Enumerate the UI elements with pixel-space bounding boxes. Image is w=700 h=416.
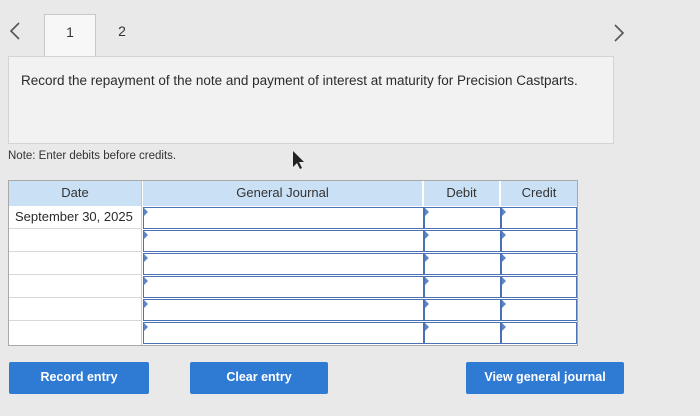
record-entry-button[interactable]: Record entry: [9, 362, 149, 394]
clear-entry-button[interactable]: Clear entry: [190, 362, 328, 394]
account-input[interactable]: [143, 322, 424, 344]
credit-input[interactable]: [501, 276, 577, 298]
account-input[interactable]: [143, 299, 424, 321]
account-input[interactable]: [143, 276, 424, 298]
date-cell: September 30, 2025: [9, 206, 142, 229]
debit-input[interactable]: [424, 253, 501, 275]
question-panel: Record the repayment of the note and pay…: [8, 56, 614, 144]
credit-input[interactable]: [501, 253, 577, 275]
mouse-cursor-icon: [293, 151, 304, 169]
question-text: Record the repayment of the note and pay…: [21, 73, 578, 88]
debit-input[interactable]: [424, 276, 501, 298]
chevron-left-icon[interactable]: [6, 20, 24, 42]
chevron-right-icon[interactable]: [610, 22, 628, 44]
date-cell: [9, 298, 142, 321]
tab-1[interactable]: 1: [44, 14, 96, 56]
date-cell: [9, 229, 142, 252]
debit-input[interactable]: [424, 230, 501, 252]
account-input[interactable]: [143, 230, 424, 252]
credit-input[interactable]: [501, 207, 577, 229]
debit-input[interactable]: [424, 322, 501, 344]
tab-2[interactable]: 2: [96, 14, 148, 56]
column-header-date: Date: [9, 181, 141, 206]
instruction-note: Note: Enter debits before credits.: [8, 150, 177, 162]
credit-input[interactable]: [501, 230, 577, 252]
column-header-general-journal: General Journal: [143, 181, 422, 206]
date-cell: [9, 252, 142, 275]
column-header-debit: Debit: [424, 181, 499, 206]
credit-input[interactable]: [501, 322, 577, 344]
account-input[interactable]: [143, 253, 424, 275]
journal-entry-page: 1 2 Record the repayment of the note and…: [0, 0, 700, 416]
debit-input[interactable]: [424, 207, 501, 229]
date-cell: [9, 275, 142, 298]
debit-input[interactable]: [424, 299, 501, 321]
date-cell: [9, 321, 142, 344]
view-general-journal-button[interactable]: View general journal: [466, 362, 624, 394]
account-input[interactable]: [143, 207, 424, 229]
column-header-credit: Credit: [501, 181, 577, 206]
journal-entry-table: Date General Journal Debit Credit Septem…: [8, 180, 578, 346]
credit-input[interactable]: [501, 299, 577, 321]
